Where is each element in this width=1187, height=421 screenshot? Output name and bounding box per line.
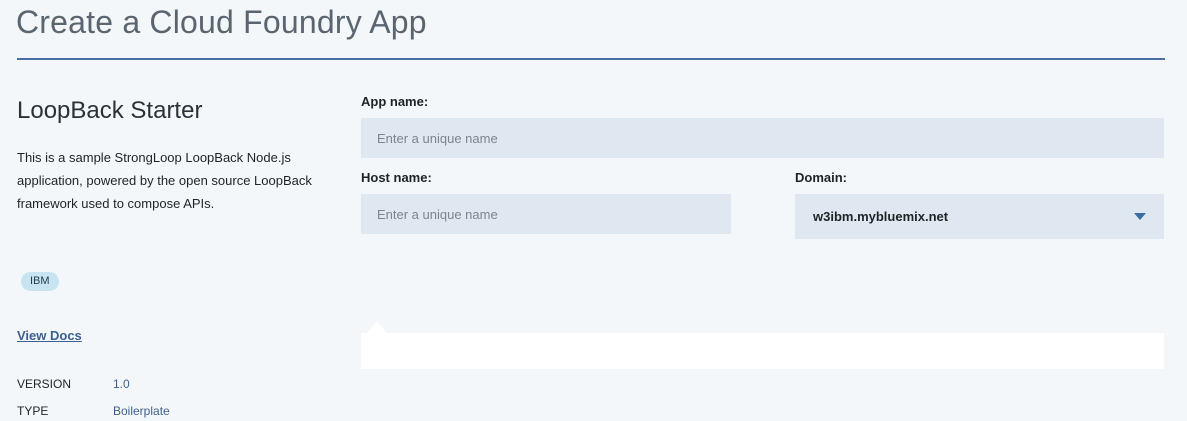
domain-selected-value: w3ibm.mybluemix.net: [813, 209, 949, 224]
meta-row-type: TYPE Boilerplate: [17, 403, 170, 419]
meta-key: VERSION: [17, 377, 72, 391]
host-name-label: Host name:: [361, 170, 432, 185]
starter-title: LoopBack Starter: [17, 97, 203, 124]
domain-select[interactable]: w3ibm.mybluemix.net: [795, 194, 1164, 239]
meta-row-version: VERSION 1.0: [17, 376, 130, 392]
chevron-down-icon: [1134, 213, 1146, 220]
title-divider: [17, 58, 1165, 60]
app-name-input[interactable]: [361, 118, 1164, 158]
host-name-input[interactable]: [361, 194, 731, 234]
starter-info-panel: LoopBack Starter This is a sample Strong…: [17, 96, 317, 418]
meta-key: TYPE: [17, 404, 49, 418]
view-docs-link[interactable]: View Docs: [17, 328, 82, 343]
tag-badge: IBM: [21, 272, 59, 291]
page-title: Create a Cloud Foundry App: [16, 4, 427, 40]
app-name-label: App name:: [361, 94, 429, 109]
panel-pointer: [367, 321, 387, 333]
meta-value: 1.0: [113, 377, 130, 391]
domain-label: Domain:: [795, 170, 847, 185]
info-panel: [361, 333, 1164, 369]
starter-description: This is a sample StrongLoop LoopBack Nod…: [17, 150, 312, 211]
meta-value: Boilerplate: [113, 404, 170, 418]
